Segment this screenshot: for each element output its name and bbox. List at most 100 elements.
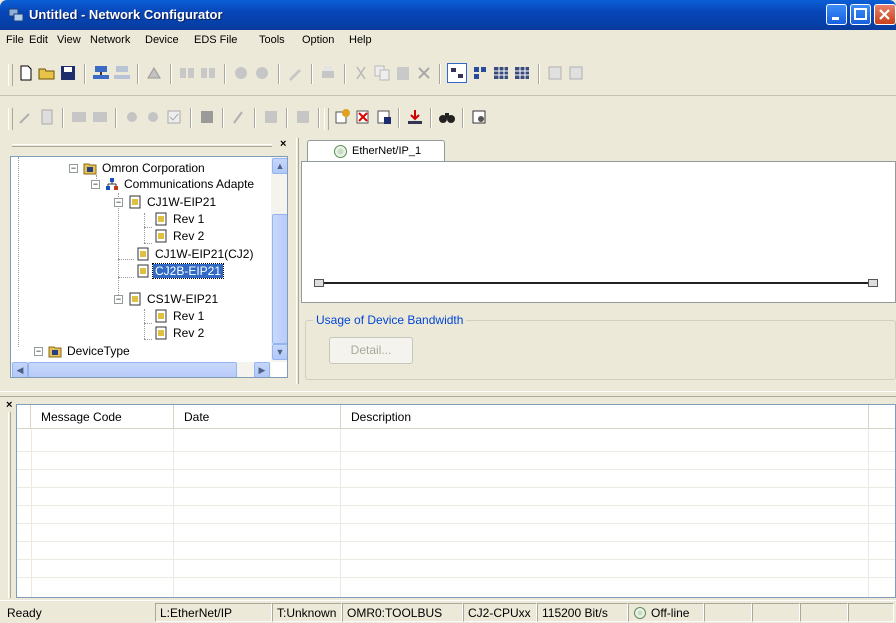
register-table-icon[interactable] [492, 64, 510, 82]
property-icon[interactable] [230, 108, 248, 126]
parameter-compare-icon[interactable] [567, 64, 585, 82]
upload-device-icon[interactable] [70, 108, 88, 126]
message-list-header: Message Code Date Description [17, 405, 895, 429]
message-panel-close-button[interactable]: × [6, 399, 12, 411]
network-line[interactable] [324, 282, 868, 284]
device-parameter-icon[interactable] [178, 64, 196, 82]
print-icon[interactable] [319, 64, 337, 82]
tree-node-rev1[interactable]: Rev 1 [154, 211, 206, 227]
tree-node-cj1w-eip21-cj2[interactable]: CJ1W-EIP21(CJ2) [136, 246, 255, 262]
minimize-button[interactable] [826, 4, 847, 25]
network-configuration-area[interactable] [301, 161, 896, 303]
network-endpoint-left[interactable] [314, 279, 324, 287]
save-eds-icon[interactable] [375, 108, 393, 126]
eds-device-icon [137, 247, 149, 261]
scroll-down-button[interactable]: ▼ [272, 344, 287, 360]
save-icon[interactable] [59, 64, 77, 82]
import-icon[interactable] [406, 108, 424, 126]
menu-option[interactable]: Option [302, 34, 334, 46]
monitor-icon[interactable] [198, 108, 216, 126]
toolbar-separator [222, 108, 224, 128]
menu-device[interactable]: Device [145, 34, 179, 46]
large-icon-view-icon[interactable] [471, 64, 489, 82]
column-description[interactable]: Description [341, 405, 869, 429]
panel-grip[interactable] [8, 412, 11, 598]
toolbar-grip[interactable] [324, 108, 329, 130]
parameter-edit-icon[interactable] [546, 64, 564, 82]
small-icon-view-icon[interactable] [447, 63, 467, 83]
offline-status-icon [634, 607, 646, 619]
connection-table-icon[interactable] [513, 64, 531, 82]
copy-icon[interactable] [373, 64, 391, 82]
panel-grip[interactable] [12, 144, 272, 147]
upload-network-icon[interactable] [92, 64, 110, 82]
scroll-up-button[interactable]: ▲ [272, 158, 287, 174]
stop-icon[interactable] [144, 108, 162, 126]
menu-eds-file[interactable]: EDS File [194, 34, 237, 46]
maximize-icon [854, 8, 867, 20]
paste-icon[interactable] [394, 64, 412, 82]
tree-node-cj1w-eip21[interactable]: CJ1W-EIP21 [128, 194, 218, 210]
download-network-icon[interactable] [113, 64, 131, 82]
message-list[interactable]: Message Code Date Description [16, 404, 896, 598]
delete-eds-icon[interactable] [354, 108, 372, 126]
verify-icon[interactable] [165, 108, 183, 126]
toolbar-grip[interactable] [8, 64, 13, 86]
device-monitor-icon[interactable] [199, 64, 217, 82]
install-eds-icon[interactable] [262, 108, 280, 126]
device-properties-icon[interactable] [470, 108, 488, 126]
download-device-icon[interactable] [91, 108, 109, 126]
wizard-icon[interactable] [17, 108, 35, 126]
cut-icon[interactable] [352, 64, 370, 82]
tree-node-rev2[interactable]: Rev 2 [154, 325, 206, 341]
toolbar-grip[interactable] [8, 108, 13, 130]
menu-view[interactable]: View [57, 34, 81, 46]
tree-node-devicetype[interactable]: DeviceType [48, 343, 132, 359]
maximize-button[interactable] [850, 4, 871, 25]
detail-button[interactable]: Detail... [329, 337, 413, 364]
tree-node-cj2b-eip21[interactable]: CJ2B-EIP21 [136, 263, 225, 279]
delete-icon[interactable] [415, 64, 433, 82]
collapse-toggle[interactable]: − [114, 198, 123, 207]
collapse-toggle[interactable]: − [69, 164, 78, 173]
menu-edit[interactable]: Edit [29, 34, 48, 46]
menu-tools[interactable]: Tools [259, 34, 285, 46]
find-binoculars-icon[interactable] [438, 108, 456, 126]
network-endpoint-right[interactable] [868, 279, 878, 287]
toolbar-separator [137, 64, 139, 84]
horizontal-scroll-thumb[interactable] [28, 362, 237, 377]
open-folder-icon[interactable] [38, 64, 56, 82]
tree-node-rev2[interactable]: Rev 2 [154, 228, 206, 244]
column-date[interactable]: Date [174, 405, 341, 429]
tree-node-rev1[interactable]: Rev 1 [154, 308, 206, 324]
vertical-scroll-thumb[interactable] [272, 214, 287, 344]
start-icon[interactable] [123, 108, 141, 126]
menu-file[interactable]: File [6, 34, 24, 46]
new-file-icon[interactable] [17, 64, 35, 82]
column-message-code[interactable]: Message Code [31, 405, 174, 429]
close-button[interactable] [874, 4, 896, 25]
tree-node-communications-adapter[interactable]: Communications Adapte [105, 176, 256, 192]
scroll-right-button[interactable]: ▶ [254, 362, 270, 377]
tree-close-button[interactable]: × [280, 138, 286, 150]
tree-node-cs1w-eip21[interactable]: CS1W-EIP21 [128, 291, 220, 307]
toolbar-separator [170, 64, 172, 84]
scroll-left-button[interactable]: ◀ [12, 362, 28, 377]
menu-help[interactable]: Help [349, 34, 372, 46]
document-icon[interactable] [38, 108, 56, 126]
tree-node-omron[interactable]: Omron Corporation [83, 160, 207, 176]
collapse-toggle[interactable]: − [34, 347, 43, 356]
tab-ethernet-ip-1[interactable]: EtherNet/IP_1 [307, 140, 445, 162]
menu-network[interactable]: Network [90, 34, 130, 46]
horizontal-splitter[interactable] [0, 391, 896, 397]
collapse-toggle[interactable]: − [114, 295, 123, 304]
edit-device-icon[interactable] [286, 64, 304, 82]
online-icon[interactable] [232, 64, 250, 82]
connect-icon[interactable] [145, 64, 163, 82]
create-eds-icon[interactable] [294, 108, 312, 126]
toolbar-main [0, 52, 896, 96]
offline-icon[interactable] [253, 64, 271, 82]
add-eds-icon[interactable] [333, 108, 351, 126]
collapse-toggle[interactable]: − [91, 180, 100, 189]
vertical-splitter[interactable] [296, 138, 299, 384]
